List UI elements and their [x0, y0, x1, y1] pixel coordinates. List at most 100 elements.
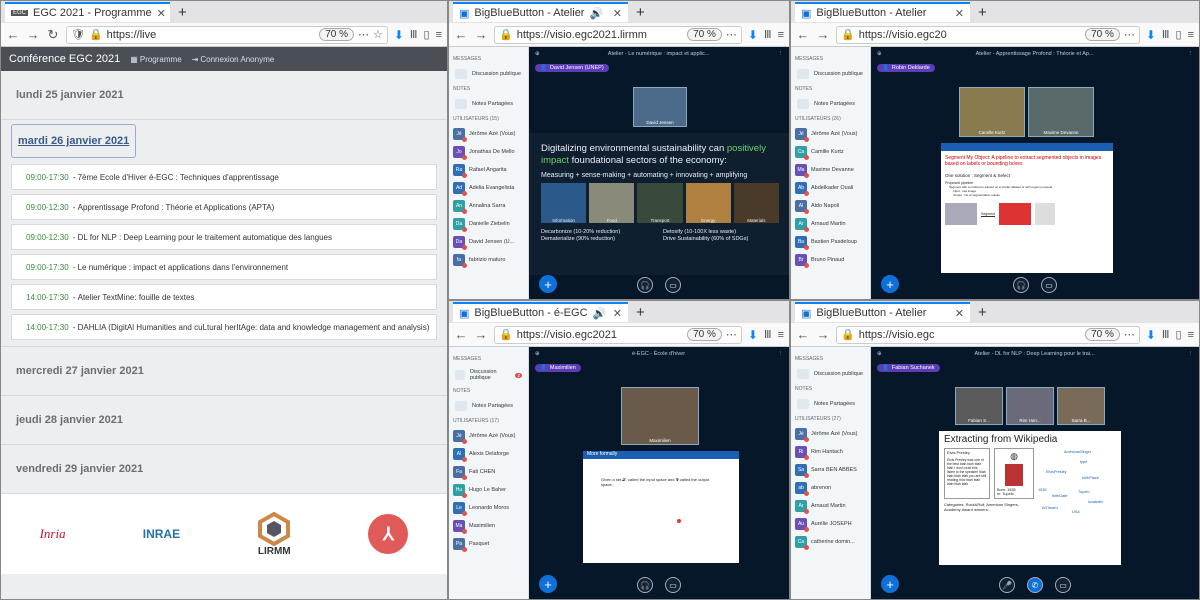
back-icon[interactable]: ←: [796, 27, 810, 42]
day-wednesday[interactable]: mercredi 27 janvier 2021: [1, 347, 447, 396]
options-icon[interactable]: ⋮: [777, 51, 783, 57]
user-list-item[interactable]: Hu Hugo Le Baher: [449, 481, 528, 499]
shared-notes-item[interactable]: Notes Partagées: [791, 395, 870, 413]
user-list-item[interactable]: Ad Adelia Evangelista: [449, 179, 528, 197]
webcam-tile[interactable]: Camille Kurtz: [959, 87, 1025, 137]
library-icon[interactable]: Ⅲ: [764, 28, 772, 41]
options-icon[interactable]: ⋮: [1188, 51, 1194, 57]
camera-icon[interactable]: ▭: [1041, 277, 1057, 293]
close-tab-icon[interactable]: ✕: [955, 307, 964, 320]
close-tab-icon[interactable]: ✕: [955, 7, 964, 20]
day-thursday[interactable]: jeudi 28 janvier 2021: [1, 396, 447, 445]
forward-icon[interactable]: →: [474, 27, 488, 42]
close-tab-icon[interactable]: ✕: [613, 7, 622, 20]
user-list-item[interactable]: Al Alexis Delaforge: [449, 445, 528, 463]
options-icon[interactable]: ⋮: [1187, 351, 1193, 357]
page-actions-icon[interactable]: ⋯: [1124, 28, 1135, 41]
forward-icon[interactable]: →: [26, 27, 40, 42]
public-chat-item[interactable]: Discussion publique: [449, 65, 528, 83]
sidebar-icon[interactable]: ▯: [1176, 28, 1182, 41]
user-list-item[interactable]: Jé Jérôme Azé (Vous): [449, 427, 528, 445]
site-title[interactable]: Conférence EGC 2021: [9, 53, 120, 65]
camera-icon[interactable]: ▭: [1055, 577, 1071, 593]
user-list-item[interactable]: Ca Camille Kurtz: [791, 143, 870, 161]
actions-button[interactable]: +: [539, 575, 557, 593]
session-item[interactable]: 09:00-12:30- DL for NLP : Deep Learning …: [11, 224, 437, 250]
webcam-tile[interactable]: Sarra B...: [1057, 387, 1105, 425]
options-icon[interactable]: ⋮: [778, 351, 784, 357]
bookmark-star-icon[interactable]: ☆: [373, 28, 383, 41]
session-item[interactable]: 09:00-17:30- 7ème Ecole d'Hiver é-EGC : …: [11, 164, 437, 190]
actions-button[interactable]: +: [881, 575, 899, 593]
session-item[interactable]: 14:00-17:30- Atelier TextMine: fouille d…: [11, 284, 437, 310]
page-actions-icon[interactable]: ⋯: [358, 28, 369, 41]
new-tab-button[interactable]: +: [974, 4, 991, 21]
page-actions-icon[interactable]: ⋯: [1124, 328, 1135, 341]
user-list-item[interactable]: Au Aurélie JOSEPH: [791, 515, 870, 533]
user-list-item[interactable]: Ar Arnaud Martin: [791, 215, 870, 233]
menu-icon[interactable]: ≡: [1188, 329, 1194, 341]
page-actions-icon[interactable]: ⋯: [726, 328, 737, 341]
programme-link[interactable]: Programme: [140, 55, 182, 64]
browser-tab[interactable]: ▣ BigBlueButton - é-EGC 🔊 ✕: [453, 302, 628, 322]
day-friday[interactable]: vendredi 29 janvier 2021: [1, 445, 447, 494]
url-bar[interactable]: 🔒 https://visio.egc20 70 % ⋯: [836, 25, 1140, 44]
url-bar[interactable]: 🔒 https://visio.egc2021 70 % ⋯: [494, 325, 742, 344]
webcam-tile[interactable]: Rim Han...: [1006, 387, 1054, 425]
session-item[interactable]: 09:00-12:30- Apprentissage Profond : Thé…: [11, 194, 437, 220]
menu-icon[interactable]: ≡: [778, 329, 784, 341]
zoom-indicator[interactable]: 70 %: [319, 28, 354, 41]
shared-notes-item[interactable]: Notes Partagées: [791, 95, 870, 113]
back-icon[interactable]: ←: [454, 327, 468, 342]
user-list-item[interactable]: Jé Jérôme Azé (Vous): [791, 125, 870, 143]
webcam-tile[interactable]: Fabian S...: [955, 387, 1003, 425]
zoom-indicator[interactable]: 70 %: [1085, 328, 1120, 341]
user-list-item[interactable]: Da Danielle Ziebelin: [449, 215, 528, 233]
browser-tab[interactable]: EGC EGC 2021 - Programme ✕: [5, 2, 170, 22]
webcam-tile[interactable]: Maxime Devanne: [1028, 87, 1094, 137]
camera-icon[interactable]: ▭: [665, 277, 681, 293]
forward-icon[interactable]: →: [816, 27, 830, 42]
shared-notes-item[interactable]: Notes Partagées: [449, 95, 528, 113]
user-list-item[interactable]: Br Bruno Pinaud: [791, 251, 870, 269]
camera-icon[interactable]: ▭: [665, 577, 681, 593]
user-list-toggle-icon[interactable]: ⊕: [535, 351, 540, 357]
day-monday[interactable]: lundi 25 janvier 2021: [1, 71, 447, 120]
zoom-indicator[interactable]: 70 %: [1085, 28, 1120, 41]
user-list-item[interactable]: Ar Arnaud Martin: [791, 497, 870, 515]
download-icon[interactable]: ⬇: [1146, 328, 1156, 342]
browser-tab[interactable]: ▣ BigBlueButton - Atelier ✕: [795, 2, 970, 22]
public-chat-item[interactable]: Discussion publique 2: [449, 365, 528, 385]
new-tab-button[interactable]: +: [174, 4, 191, 21]
user-list-item[interactable]: Ma Maximilien: [449, 517, 528, 535]
user-list-item[interactable]: Ri Rim Hantach: [791, 443, 870, 461]
back-icon[interactable]: ←: [454, 27, 468, 42]
url-bar[interactable]: 🔒 https://visio.egc2021.lirmm 70 % ⋯: [494, 25, 742, 44]
session-item[interactable]: 14:00-17:30- DAHLIA (DigitAl Humanities …: [11, 314, 437, 340]
microphone-icon[interactable]: 🎤: [999, 577, 1015, 593]
user-list-item[interactable]: Ca catherine domin...: [791, 533, 870, 551]
download-icon[interactable]: ⬇: [748, 28, 758, 42]
actions-button[interactable]: +: [881, 275, 899, 293]
library-icon[interactable]: Ⅲ: [1162, 28, 1170, 41]
sidebar-icon[interactable]: ▯: [424, 28, 430, 41]
shared-notes-item[interactable]: Notes Partagées: [449, 397, 528, 415]
actions-button[interactable]: +: [539, 275, 557, 293]
user-list-item[interactable]: ab abrenon: [791, 479, 870, 497]
browser-tab[interactable]: ▣ BigBlueButton - Atelier 🔊 ✕: [453, 2, 628, 22]
session-item[interactable]: 09:00-17:30- Le numérique : impact et ap…: [11, 254, 437, 280]
anonymous-login-link[interactable]: Connexion Anonyme: [200, 55, 274, 64]
menu-icon[interactable]: ≡: [1188, 29, 1194, 41]
zoom-indicator[interactable]: 70 %: [687, 328, 722, 341]
public-chat-item[interactable]: Discussion publique: [791, 65, 870, 83]
forward-icon[interactable]: →: [474, 327, 488, 342]
new-tab-button[interactable]: +: [974, 304, 991, 321]
user-list-item[interactable]: Jé Jérôme Azé (Vous): [449, 125, 528, 143]
user-list-item[interactable]: Pa Pasquet: [449, 535, 528, 553]
user-list-item[interactable]: Sa Sarra BEN ABBES: [791, 461, 870, 479]
public-chat-item[interactable]: Discussion publique: [791, 365, 870, 383]
day-tuesday[interactable]: mardi 26 janvier 2021: [11, 124, 137, 158]
headphones-icon[interactable]: 🎧: [637, 277, 653, 293]
headphones-icon[interactable]: 🎧: [1013, 277, 1029, 293]
zoom-indicator[interactable]: 70 %: [687, 28, 722, 41]
